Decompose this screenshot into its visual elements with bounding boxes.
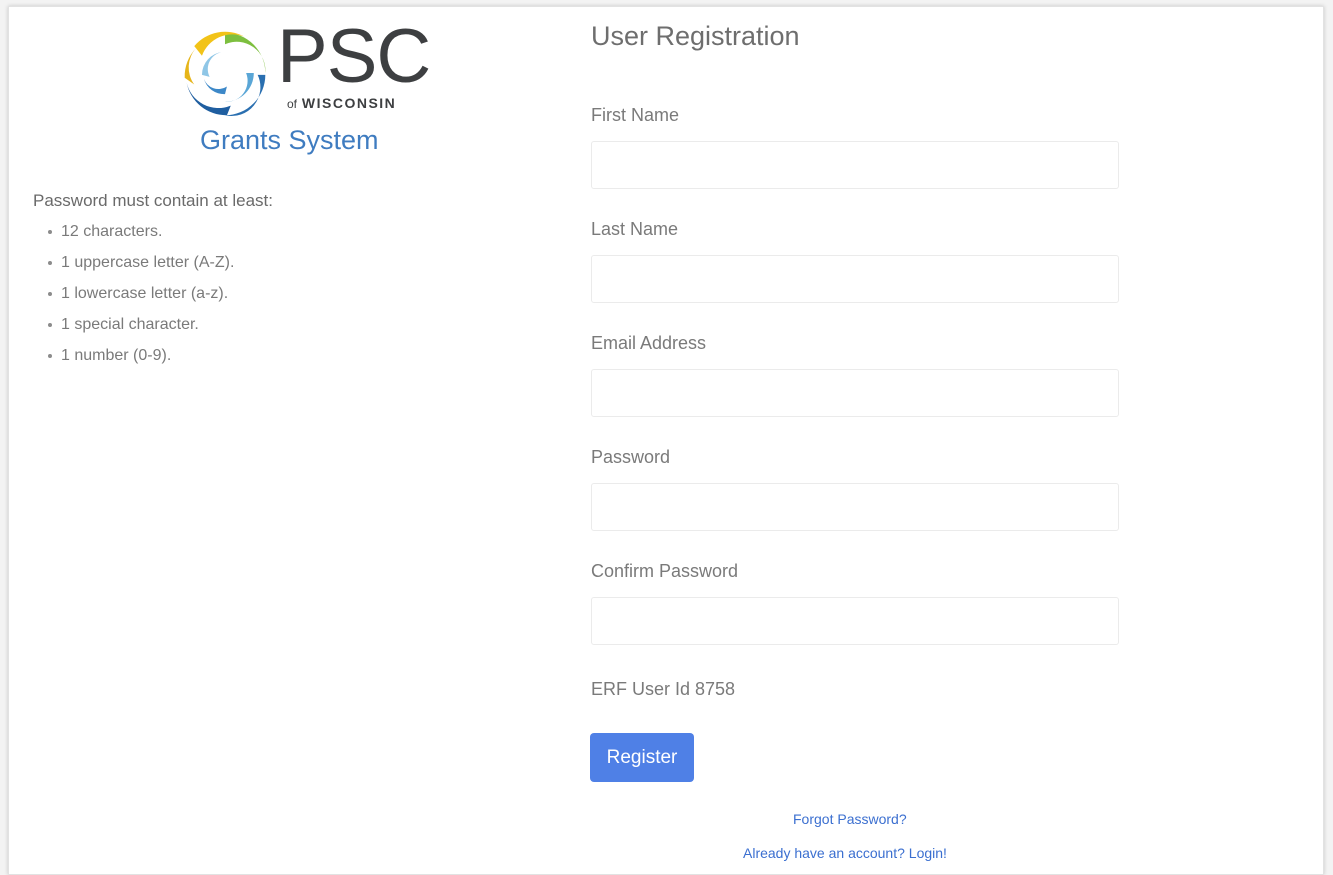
psc-logo: PSC of WISCONSIN [177,19,431,125]
confirm-password-field[interactable] [591,597,1119,645]
user-id-text: ERF User Id 8758 [591,679,736,699]
bullet-icon [48,230,52,234]
first-name-field[interactable] [591,141,1119,189]
password-rules-list: 12 characters. 1 uppercase letter (A-Z).… [37,221,234,376]
last-name-label: Last Name [591,219,679,239]
password-rules-title: Password must contain at least: [33,191,274,210]
logo-subtitle: of WISCONSIN [287,95,396,111]
bullet-icon [48,323,52,327]
password-rule: 1 special character. [37,314,234,345]
forgot-password-link[interactable]: Forgot Password? [793,811,907,827]
password-label: Password [591,447,671,467]
bullet-icon [48,354,52,358]
password-rule: 1 number (0-9). [37,345,234,376]
bullet-icon [48,292,52,296]
password-rule-text: 1 number (0-9). [61,347,172,364]
logo-subtitle-of: of [287,97,298,111]
register-button[interactable]: Register [590,733,694,782]
password-rule: 12 characters. [37,221,234,252]
bullet-icon [48,261,52,265]
logo-subtitle-state: WISCONSIN [301,95,397,111]
password-rule-text: 1 special character. [61,316,199,333]
app-name: Grants System [200,125,379,155]
login-link[interactable]: Already have an account? Login! [743,845,947,861]
email-field[interactable] [591,369,1119,417]
form-title: User Registration [591,21,800,51]
password-rule-text: 1 uppercase letter (A-Z). [61,254,235,271]
password-rule-text: 1 lowercase letter (a-z). [61,285,229,302]
last-name-field[interactable] [591,255,1119,303]
confirm-password-label: Confirm Password [591,561,739,581]
first-name-label: First Name [591,105,680,125]
password-rule: 1 uppercase letter (A-Z). [37,252,234,283]
password-rule-text: 12 characters. [61,223,163,240]
psc-swirl-logo-icon [184,31,266,117]
logo-wordmark: PSC [277,14,431,99]
registration-page: PSC of WISCONSIN Grants System Password … [8,6,1324,875]
password-field[interactable] [591,483,1119,531]
password-rule: 1 lowercase letter (a-z). [37,283,234,314]
email-label: Email Address [591,333,707,353]
